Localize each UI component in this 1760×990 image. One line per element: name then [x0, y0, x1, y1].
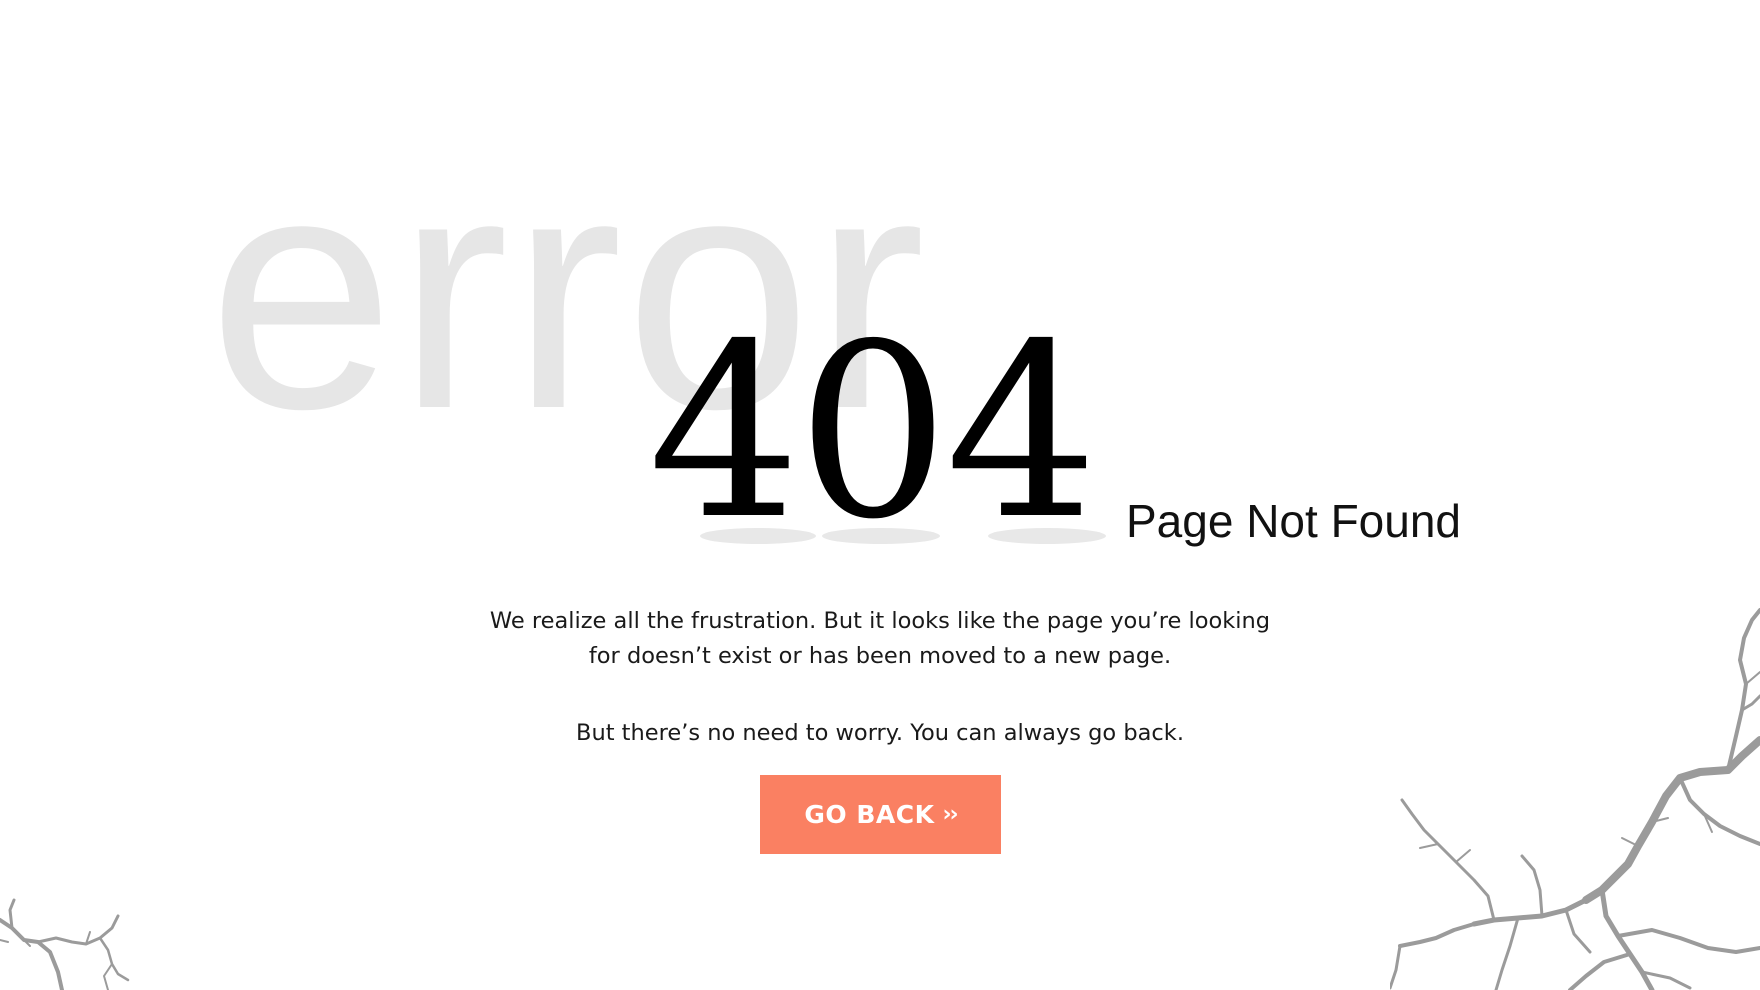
error-code: 404 [648, 292, 1098, 572]
error-message: We realize all the frustration. But it l… [460, 604, 1300, 674]
go-back-label: GO BACK [804, 800, 935, 829]
double-chevron-right-icon: ›› [942, 802, 958, 827]
page-not-found-title: Page Not Found [1126, 495, 1462, 547]
reassurance-text: But there’s no need to worry. You can al… [576, 720, 1184, 746]
error-page: error 404 Page Not Found We realize all … [0, 0, 1760, 990]
error-message-line: for doesn’t exist or has been moved to a… [588, 643, 1172, 669]
go-back-button[interactable]: GO BACK ›› [760, 775, 1001, 854]
crack-graphic-bottom-right [1390, 608, 1760, 990]
error-message-line: We realize all the frustration. But it l… [489, 608, 1271, 634]
crack-graphic-bottom-left [0, 898, 130, 990]
